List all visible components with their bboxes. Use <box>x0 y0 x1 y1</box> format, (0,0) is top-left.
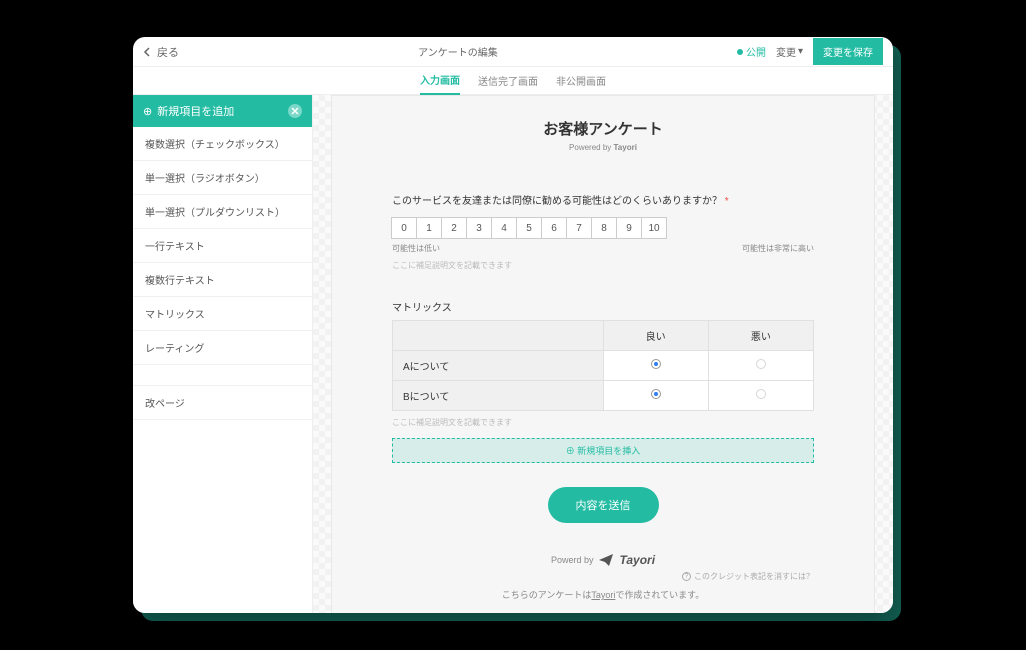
tayori-logo: Tayori <box>619 553 655 567</box>
sidebar-close-button[interactable] <box>288 104 302 118</box>
nps-10[interactable]: 10 <box>641 217 667 239</box>
question-circle-icon: ? <box>682 572 691 581</box>
powered-by: Powerd by Tayori <box>392 553 814 567</box>
back-label: 戻る <box>157 44 179 60</box>
tab-input[interactable]: 入力画面 <box>420 66 460 95</box>
body: ⊕ 新規項目を追加 複数選択（チェックボックス） 単一選択（ラジオボタン） 単一… <box>133 95 893 613</box>
sidebar-item-rating[interactable]: レーティング <box>133 331 312 365</box>
sidebar-item-text[interactable]: 一行テキスト <box>133 229 312 263</box>
matrix-row-b: Bについて <box>393 381 814 411</box>
publish-status: 公開 <box>737 44 766 59</box>
form-title: お客様アンケート <box>392 118 814 139</box>
matrix-col-good: 良い <box>603 321 708 351</box>
change-label: 変更 <box>776 44 796 59</box>
nps-1[interactable]: 1 <box>416 217 442 239</box>
sidebar-item-radio[interactable]: 単一選択（ラジオボタン） <box>133 161 312 195</box>
powered-prefix: Powerd by <box>551 555 594 565</box>
sidebar-item-matrix[interactable]: マトリックス <box>133 297 312 331</box>
nps-0[interactable]: 0 <box>391 217 417 239</box>
matrix-col-bad: 悪い <box>708 321 813 351</box>
change-dropdown[interactable]: 変更 ▾ <box>776 44 803 59</box>
matrix-b-good[interactable] <box>603 381 708 411</box>
nps-4[interactable]: 4 <box>491 217 517 239</box>
tayori-link[interactable]: Tayori <box>591 590 615 600</box>
back-button[interactable]: 戻る <box>143 44 179 60</box>
nps-high: 可能性は非常に高い <box>742 243 814 254</box>
sidebar-item-pagebreak[interactable]: 改ページ <box>133 385 312 420</box>
radio-icon <box>651 389 661 399</box>
required-mark: * <box>725 196 729 207</box>
nps-9[interactable]: 9 <box>616 217 642 239</box>
nps-7[interactable]: 7 <box>566 217 592 239</box>
topbar: 戻る アンケートの編集 公開 変更 ▾ 変更を保存 <box>133 37 893 67</box>
nps-3[interactable]: 3 <box>466 217 492 239</box>
nps-8[interactable]: 8 <box>591 217 617 239</box>
question-matrix-label: マトリックス <box>392 299 814 314</box>
q1-hint: ここに補足説明文を記載できます <box>392 260 814 271</box>
tab-complete[interactable]: 送信完了画面 <box>478 67 538 94</box>
matrix-row-a-label: Aについて <box>393 351 604 381</box>
sidebar-item-textarea[interactable]: 複数行テキスト <box>133 263 312 297</box>
nps-low: 可能性は低い <box>392 243 440 254</box>
nps-scale: 0 1 2 3 4 5 6 7 8 9 10 <box>392 217 814 239</box>
matrix-a-bad[interactable] <box>708 351 813 381</box>
app-frame: 戻る アンケートの編集 公開 変更 ▾ 変更を保存 入力画面 送信完了画面 非公… <box>133 37 893 613</box>
sidebar-title: 新規項目を追加 <box>157 103 234 119</box>
radio-icon <box>651 359 661 369</box>
matrix-corner <box>393 321 604 351</box>
insert-item-button[interactable]: ⊕ 新規項目を挿入 <box>392 438 814 463</box>
paper-plane-icon <box>599 554 613 566</box>
question-nps: このサービスを友達または同僚に勧める可能性はどのくらいありますか？ * <box>392 192 814 207</box>
nps-2[interactable]: 2 <box>441 217 467 239</box>
page-title: アンケートの編集 <box>179 44 737 59</box>
arrow-left-icon <box>143 47 153 57</box>
nps-5[interactable]: 5 <box>516 217 542 239</box>
credit-note[interactable]: ? このクレジット表記を消すには？ <box>392 571 814 582</box>
status-dot-icon <box>737 49 743 55</box>
matrix-a-good[interactable] <box>603 351 708 381</box>
matrix-row-b-label: Bについて <box>393 381 604 411</box>
sidebar-item-checkbox[interactable]: 複数選択（チェックボックス） <box>133 127 312 161</box>
radio-icon <box>756 389 766 399</box>
footer-note: こちらのアンケートはTayoriで作成されています。 <box>392 588 814 601</box>
form-subtitle: Powered by Tayori <box>392 143 814 152</box>
sidebar-header: ⊕ 新規項目を追加 <box>133 95 312 127</box>
radio-icon <box>756 359 766 369</box>
q2-hint: ここに補足説明文を記載できます <box>392 417 814 428</box>
nps-6[interactable]: 6 <box>541 217 567 239</box>
survey-form: お客様アンケート Powered by Tayori このサービスを友達または同… <box>331 95 875 613</box>
plus-circle-icon: ⊕ <box>143 105 152 118</box>
submit-button[interactable]: 内容を送信 <box>548 487 659 523</box>
sidebar: ⊕ 新規項目を追加 複数選択（チェックボックス） 単一選択（ラジオボタン） 単一… <box>133 95 313 613</box>
caret-down-icon: ▾ <box>798 46 803 57</box>
nps-labels: 可能性は低い 可能性は非常に高い <box>392 243 814 254</box>
matrix-table: 良い 悪い Aについて Bについて <box>392 320 814 411</box>
save-button[interactable]: 変更を保存 <box>813 38 883 65</box>
q1-label: このサービスを友達または同僚に勧める可能性はどのくらいありますか？ <box>392 196 722 207</box>
close-icon <box>291 107 299 115</box>
matrix-b-bad[interactable] <box>708 381 813 411</box>
publish-label: 公開 <box>746 44 766 59</box>
canvas[interactable]: お客様アンケート Powered by Tayori このサービスを友達または同… <box>313 95 893 613</box>
sidebar-item-pulldown[interactable]: 単一選択（プルダウンリスト） <box>133 195 312 229</box>
topbar-right: 公開 変更 ▾ 変更を保存 <box>737 38 883 65</box>
tab-private[interactable]: 非公開画面 <box>556 67 606 94</box>
tabs: 入力画面 送信完了画面 非公開画面 <box>133 67 893 95</box>
matrix-row-a: Aについて <box>393 351 814 381</box>
